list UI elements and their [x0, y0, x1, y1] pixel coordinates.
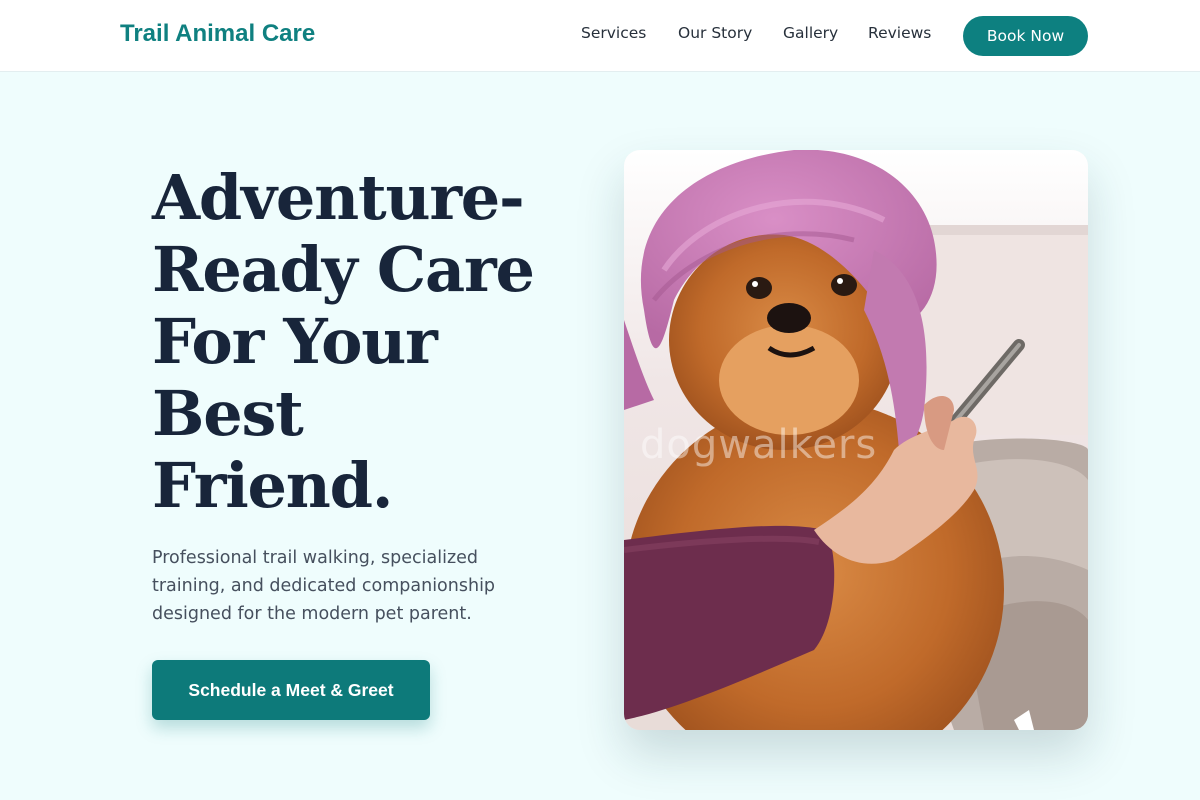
- nav-link-our-story[interactable]: Our Story: [678, 24, 752, 42]
- book-now-button[interactable]: Book Now: [963, 16, 1088, 56]
- schedule-meet-greet-button[interactable]: Schedule a Meet & Greet: [152, 660, 430, 720]
- image-watermark: dogwalkers: [640, 422, 878, 468]
- hero-title-line: Adventure-: [152, 161, 525, 234]
- nav-link-gallery[interactable]: Gallery: [783, 24, 838, 42]
- nav-link-reviews[interactable]: Reviews: [868, 24, 931, 42]
- hero-title-line: Best: [152, 377, 304, 450]
- brand-logo[interactable]: Trail Animal Care: [120, 20, 315, 48]
- hero-title-line: Friend.: [152, 449, 393, 522]
- hero-dog-photo: dogwalkers: [624, 150, 1088, 730]
- nav-link-services[interactable]: Services: [581, 24, 646, 42]
- hero-subtitle: Professional trail walking, specialized …: [152, 548, 496, 624]
- site-header: Trail Animal Care Services Our Story Gal…: [0, 0, 1200, 72]
- hero-title-line: Ready Care: [152, 233, 535, 306]
- hero-title-line: For Your: [152, 305, 438, 378]
- hero-title: Adventure- Ready Care For Your Best Frie…: [152, 162, 572, 522]
